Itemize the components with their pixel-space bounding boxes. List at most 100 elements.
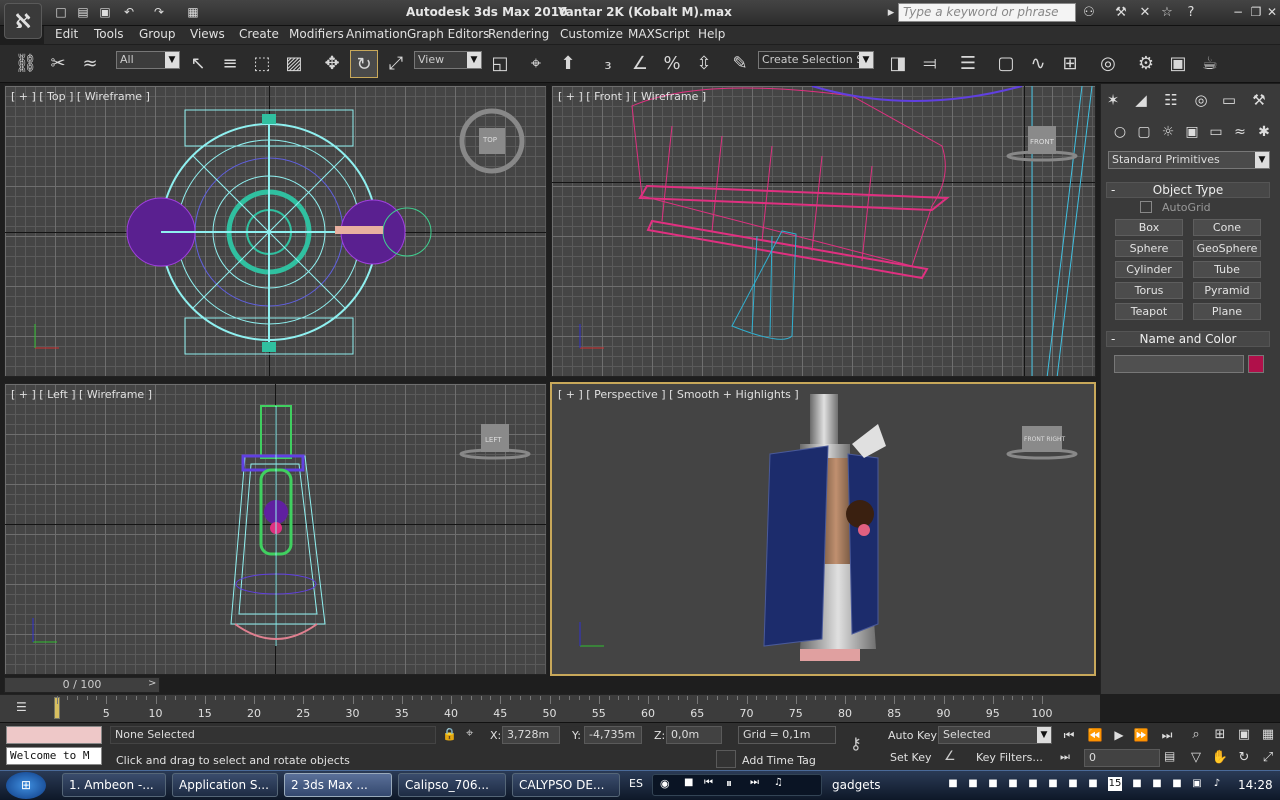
rendered-frame-icon[interactable]: ▣ [1164,50,1192,78]
name-color-rollout[interactable]: -Name and Color [1106,331,1270,347]
tube-button[interactable]: Tube [1193,261,1261,278]
y-coordinate-field[interactable]: -4,735m [584,726,642,744]
reference-coordinate-dropdown[interactable]: View▼ [414,51,482,69]
absolute-mode-icon[interactable]: ⌖ [466,726,473,741]
viewport-left[interactable]: LEFT [ + ] [ Left ] [ Wireframe ] [4,383,547,675]
selection-lock-icon[interactable]: 🔒 [442,727,457,741]
tray-app-icon[interactable]: ■ [946,777,960,791]
geosphere-button[interactable]: GeoSphere [1193,240,1261,257]
network-icon[interactable]: ▣ [1190,777,1204,791]
key-mode-toggle-icon[interactable]: ⏭ [1060,750,1070,764]
new-file-icon[interactable]: □ [52,4,70,20]
snaps-toggle-icon[interactable]: ₃ [594,50,622,78]
viewport-perspective-label[interactable]: [ + ] [ Perspective ] [ Smooth + Highlig… [558,388,799,401]
track-filter-icon[interactable]: ☰ [16,700,36,716]
redo-icon[interactable]: ↷ [150,4,168,20]
spinner-snap-icon[interactable]: ⇳ [690,50,718,78]
render-teapot-icon[interactable]: ☕ [1196,50,1224,78]
object-type-rollout[interactable]: -Object Type [1106,182,1270,198]
tray-app-icon[interactable]: ■ [966,777,980,791]
previous-frame-icon[interactable]: ⏪ [1086,727,1104,743]
calendar-icon[interactable]: 15 [1108,777,1122,791]
pan-hand-icon[interactable]: ✋ [1210,749,1230,767]
scale-icon[interactable]: ⤢ [382,50,410,78]
app-logo-button[interactable]: ℵ [4,3,42,39]
set-key-mode-key-icon[interactable]: ⚷ [850,734,862,753]
taskbar-item-calypso[interactable]: CALYPSO DE... [512,773,620,797]
taskbar-item-application[interactable]: Application S... [172,773,278,797]
shapes-icon[interactable]: ▢ [1134,123,1154,141]
mirror-icon[interactable]: ◨ [884,50,912,78]
time-slider[interactable]: 0 / 100 [4,677,160,693]
menu-tools[interactable]: Tools [94,27,124,41]
favorites-star-icon[interactable]: ☆ [1158,4,1176,21]
viewport-front-label[interactable]: [ + ] [ Front ] [ Wireframe ] [558,90,706,103]
taskbar-item-3dsmax[interactable]: 2 3ds Max ... [284,773,392,797]
binoculars-icon[interactable]: ⚇ [1080,4,1098,21]
media-player-toolbar[interactable] [652,774,822,796]
align-icon[interactable]: ⫤ [916,50,944,78]
add-time-tag-button[interactable]: Add Time Tag [742,754,816,767]
subscription-icon[interactable]: ⚒ [1112,4,1130,21]
viewport-left-label[interactable]: [ + ] [ Left ] [ Wireframe ] [11,388,152,401]
angle-snap-icon[interactable]: ∠ [626,50,654,78]
layer-manager-icon[interactable]: ☰ [954,50,982,78]
maxscript-listener-output[interactable] [6,726,102,744]
render-setup-icon[interactable]: ⚙ [1132,50,1160,78]
tray-app-icon[interactable]: ■ [1130,777,1144,791]
menu-maxscript[interactable]: MAXScript [628,27,690,41]
torus-button[interactable]: Torus [1115,282,1183,299]
tray-app-icon[interactable]: ■ [1026,777,1040,791]
zoom-extents-all-icon[interactable]: ▦ [1258,726,1278,744]
named-selection-dropdown[interactable]: Create Selection Se▼ [758,51,874,69]
add-time-tag-icon[interactable] [716,750,736,768]
viewport-perspective[interactable]: FRONT RIGHT [ + ] [ Perspective ] [ Smoo… [550,382,1096,676]
media-pause-icon[interactable]: ⏸ [726,776,732,791]
zoom-icon[interactable]: ⌕ [1186,726,1206,744]
media-next-icon[interactable]: ⏭ [750,777,759,788]
play-icon[interactable]: ▶ [1110,727,1128,743]
motion-tab-icon[interactable]: ◎ [1190,90,1212,110]
menu-views[interactable]: Views [190,27,225,41]
select-manipulate-icon[interactable]: ⌖ [522,50,550,78]
percent-snap-icon[interactable]: % [658,50,686,78]
taskbar-item-ambeon[interactable]: 1. Ambeon -... [62,773,166,797]
object-name-input[interactable] [1114,355,1244,373]
next-frame-icon[interactable]: ⏩ [1132,727,1150,743]
taskbar-clock[interactable]: 14:28 [1238,778,1273,792]
tray-app-icon[interactable]: ■ [1150,777,1164,791]
open-file-icon[interactable]: ▤ [74,4,92,20]
media-stop-icon[interactable]: ■ [684,777,693,788]
cone-button[interactable]: Cone [1193,219,1261,236]
modify-tab-icon[interactable]: ◢ [1130,90,1152,110]
zoom-extents-icon[interactable]: ▣ [1234,726,1254,744]
viewport-front[interactable]: FRONT [ + ] [ Front ] [ Wireframe ] [551,85,1096,377]
utilities-tab-icon[interactable]: ⚒ [1248,90,1270,110]
current-frame-field[interactable]: 0 [1084,749,1160,767]
pivot-center-icon[interactable]: ◱ [486,50,514,78]
menu-graph-editors[interactable]: Graph Editors [407,27,489,41]
save-file-icon[interactable]: ▣ [96,4,114,20]
tangent-icon[interactable]: ∠ [944,749,956,764]
keyboard-shortcut-override-icon[interactable]: ⬆ [554,50,582,78]
x-coordinate-field[interactable]: 3,728m [502,726,560,744]
hierarchy-tab-icon[interactable]: ☷ [1160,90,1182,110]
rectangular-selection-icon[interactable]: ⬚ [248,50,276,78]
space-warps-icon[interactable]: ≈ [1230,123,1250,141]
cameras-icon[interactable]: ▣ [1182,123,1202,141]
key-filters-button[interactable]: Key Filters... [976,751,1043,764]
menu-group[interactable]: Group [139,27,176,41]
unlink-icon[interactable]: ✂ [44,50,72,78]
plane-button[interactable]: Plane [1193,303,1261,320]
communication-icon[interactable]: ✕ [1136,4,1154,21]
sphere-button[interactable]: Sphere [1115,240,1183,257]
rotate-icon[interactable]: ↻ [350,50,378,78]
menu-help[interactable]: Help [698,27,725,41]
select-link-icon[interactable]: ⛓ [12,50,40,78]
auto-key-button[interactable]: Auto Key [888,729,937,742]
move-icon[interactable]: ✥ [318,50,346,78]
help-icon[interactable]: ? [1182,4,1200,21]
teapot-button[interactable]: Teapot [1115,303,1183,320]
material-editor-icon[interactable]: ◎ [1094,50,1122,78]
cylinder-button[interactable]: Cylinder [1115,261,1183,278]
